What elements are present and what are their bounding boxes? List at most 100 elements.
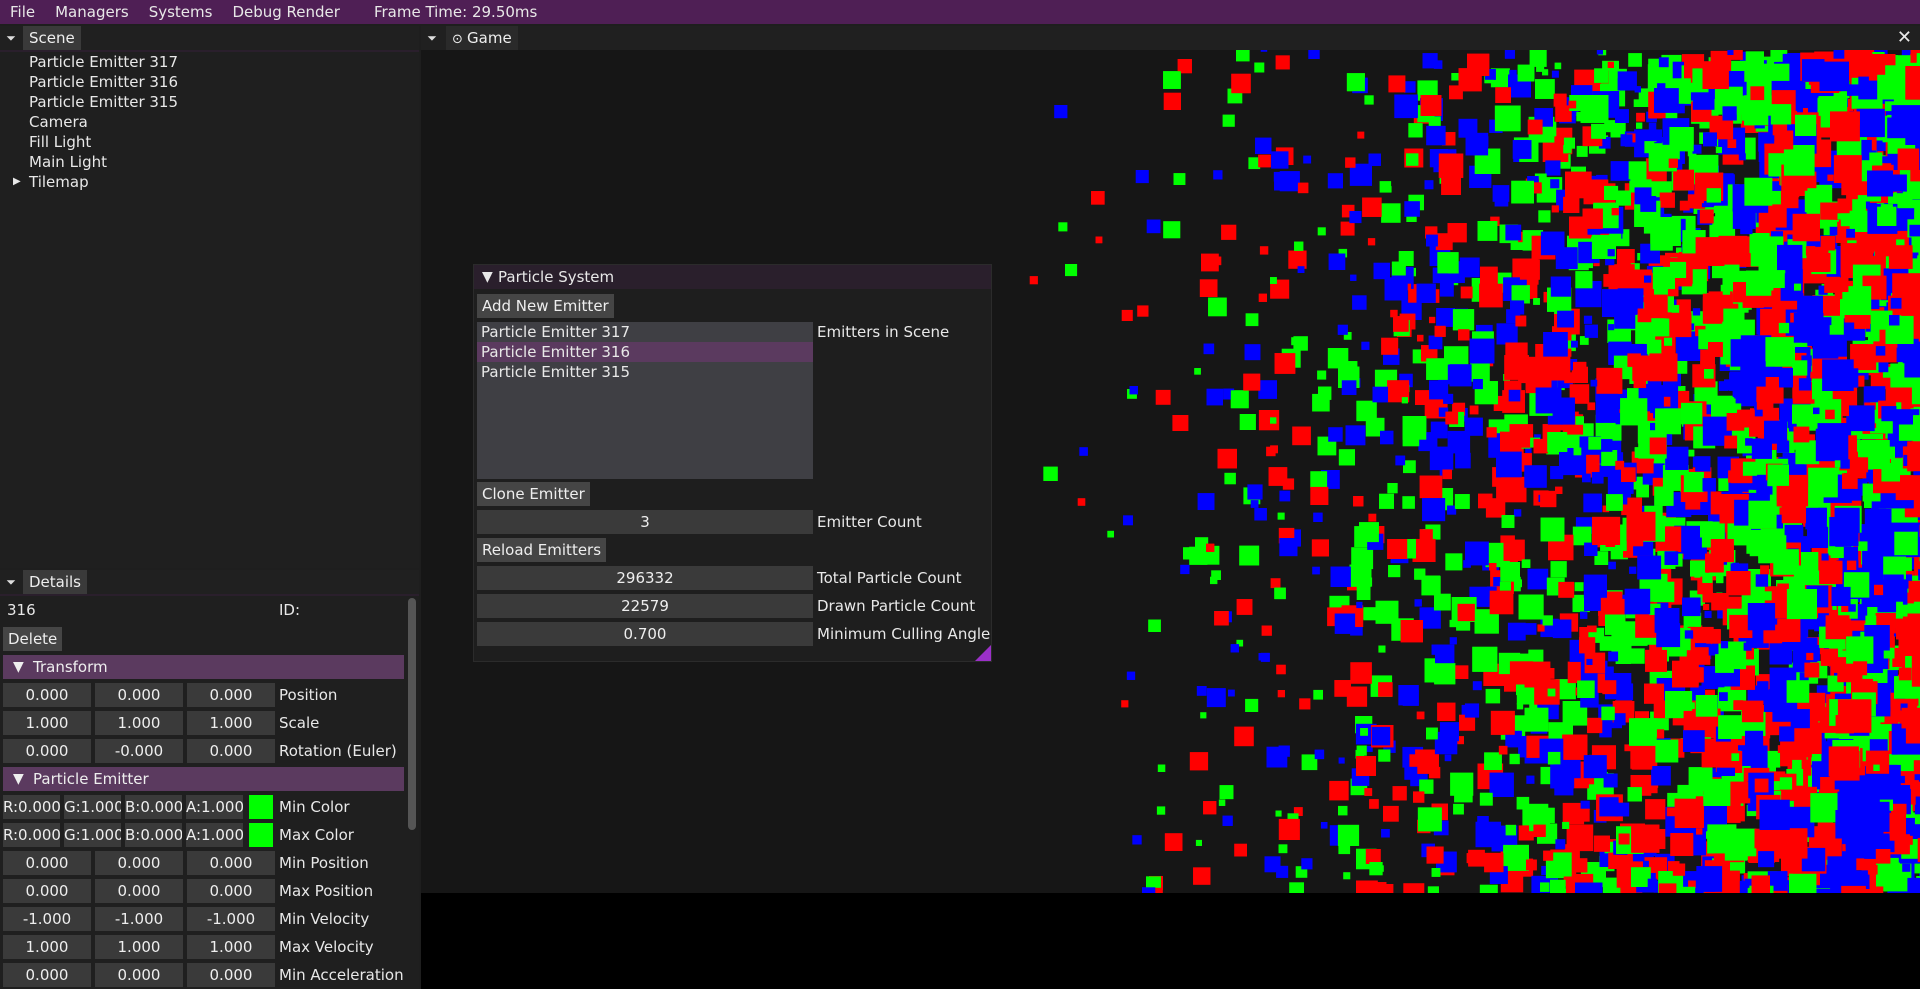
max-position-z[interactable]: 0.000 — [187, 879, 275, 903]
max-velocity-z[interactable]: 1.000 — [187, 935, 275, 959]
particle — [1588, 436, 1602, 450]
delete-button[interactable]: Delete — [3, 627, 63, 651]
window-menu-icon[interactable]: ⏷ — [425, 31, 439, 45]
min-acceleration-z[interactable]: 0.000 — [187, 963, 275, 987]
clone-emitter-button[interactable]: Clone Emitter — [477, 482, 590, 506]
particle — [1505, 224, 1522, 241]
position-y[interactable]: 0.000 — [95, 683, 183, 707]
particle — [1654, 486, 1674, 506]
particle — [1633, 99, 1642, 107]
scene-item[interactable]: Particle Emitter 317 — [0, 52, 178, 72]
max-position-x[interactable]: 0.000 — [3, 879, 91, 903]
particle — [1517, 64, 1535, 82]
min-color-b[interactable]: B:0.000 — [125, 795, 182, 819]
min-position-x[interactable]: 0.000 — [3, 851, 91, 875]
menu-systems[interactable]: Systems — [139, 0, 223, 24]
rotation-y[interactable]: -0.000 — [95, 739, 183, 763]
particle-emitter-header[interactable]: ▼ Particle Emitter — [3, 767, 404, 791]
particle — [1817, 423, 1848, 454]
max-color-b[interactable]: B:0.000 — [125, 823, 182, 847]
scene-item[interactable]: Main Light — [0, 152, 178, 172]
min-acceleration-x[interactable]: 0.000 — [3, 963, 91, 987]
list-item[interactable]: Particle Emitter 317 — [477, 322, 813, 342]
total-particle-count-field[interactable]: 296332 — [477, 566, 813, 590]
window-menu-icon[interactable]: ⏷ — [4, 31, 18, 45]
min-velocity-z[interactable]: -1.000 — [187, 907, 275, 931]
min-position-z[interactable]: 0.000 — [187, 851, 275, 875]
max-color-r[interactable]: R:0.000 — [3, 823, 60, 847]
particle — [1279, 490, 1291, 502]
scale-x[interactable]: 1.000 — [3, 711, 91, 735]
emitter-count-field[interactable]: 3 — [477, 510, 813, 534]
max-color-a[interactable]: A:1.000 — [186, 823, 243, 847]
min-velocity-y[interactable]: -1.000 — [95, 907, 183, 931]
min-velocity-x[interactable]: -1.000 — [3, 907, 91, 931]
max-position-y[interactable]: 0.000 — [95, 879, 183, 903]
transform-header[interactable]: ▼ Transform — [3, 655, 404, 679]
particle — [1547, 432, 1568, 452]
max-velocity-x[interactable]: 1.000 — [3, 935, 91, 959]
min-acceleration-y[interactable]: 0.000 — [95, 963, 183, 987]
particle — [1629, 648, 1645, 664]
particle — [1687, 449, 1695, 457]
reload-emitters-button[interactable]: Reload Emitters — [477, 538, 607, 562]
particle — [1769, 642, 1792, 665]
add-new-emitter-button[interactable]: Add New Emitter — [477, 294, 614, 318]
close-icon[interactable]: ✕ — [1897, 28, 1912, 48]
tab-game[interactable]: ⊙ Game — [446, 26, 518, 50]
scene-item[interactable]: Camera — [0, 112, 178, 132]
list-item[interactable]: Particle Emitter 315 — [477, 362, 813, 382]
particle — [1608, 561, 1616, 570]
particle — [1270, 445, 1278, 454]
min-color-a[interactable]: A:1.000 — [186, 795, 243, 819]
menu-debug-render[interactable]: Debug Render — [222, 0, 350, 24]
particle — [1460, 286, 1473, 299]
expand-arrow-icon[interactable]: ▶ — [13, 172, 21, 192]
details-scrollbar[interactable] — [408, 598, 416, 830]
particle — [1401, 397, 1408, 404]
window-menu-icon[interactable]: ⏷ — [4, 575, 18, 589]
particle — [1592, 516, 1621, 545]
particle — [1805, 507, 1827, 530]
scale-z[interactable]: 1.000 — [187, 711, 275, 735]
drawn-particle-count-field[interactable]: 22579 — [477, 594, 813, 618]
scale-y[interactable]: 1.000 — [95, 711, 183, 735]
scene-item[interactable]: Fill Light — [0, 132, 178, 152]
particle — [1594, 68, 1609, 83]
position-z[interactable]: 0.000 — [187, 683, 275, 707]
particle — [1311, 539, 1329, 557]
tab-scene[interactable]: Scene — [23, 26, 81, 50]
rotation-x[interactable]: 0.000 — [3, 739, 91, 763]
minimum-culling-angle-field[interactable]: 0.700 — [477, 622, 813, 646]
max-color-g[interactable]: G:1.000 — [64, 823, 121, 847]
position-x[interactable]: 0.000 — [3, 683, 91, 707]
id-value: 316 — [7, 601, 36, 619]
particle — [1819, 61, 1849, 92]
scene-item[interactable]: Particle Emitter 315 — [0, 92, 178, 112]
rotation-z[interactable]: 0.000 — [187, 739, 275, 763]
min-color-swatch[interactable] — [249, 795, 273, 819]
min-color-r[interactable]: R:0.000 — [3, 795, 60, 819]
particle — [1275, 55, 1290, 70]
particle — [1527, 119, 1543, 135]
particle — [1340, 221, 1355, 236]
particle — [1148, 619, 1161, 632]
min-color-g[interactable]: G:1.000 — [64, 795, 121, 819]
particle — [1526, 859, 1537, 871]
scene-item[interactable]: Particle Emitter 316 — [0, 72, 178, 92]
particle — [1543, 668, 1555, 679]
particle-system-titlebar[interactable]: ▼ Particle System — [474, 265, 991, 289]
scene-item-tilemap[interactable]: ▶ Tilemap — [0, 172, 178, 192]
max-color-swatch[interactable] — [249, 823, 273, 847]
menu-managers[interactable]: Managers — [45, 0, 139, 24]
emitter-listbox[interactable]: Particle Emitter 317 Particle Emitter 31… — [477, 322, 813, 479]
particle — [1562, 734, 1588, 760]
particle — [1489, 563, 1497, 571]
particle — [1317, 370, 1327, 380]
tab-details[interactable]: Details — [23, 570, 88, 594]
list-item-selected[interactable]: Particle Emitter 316 — [477, 342, 813, 362]
resize-grip-icon[interactable] — [975, 645, 991, 661]
max-velocity-y[interactable]: 1.000 — [95, 935, 183, 959]
min-position-y[interactable]: 0.000 — [95, 851, 183, 875]
menu-file[interactable]: File — [0, 0, 45, 24]
